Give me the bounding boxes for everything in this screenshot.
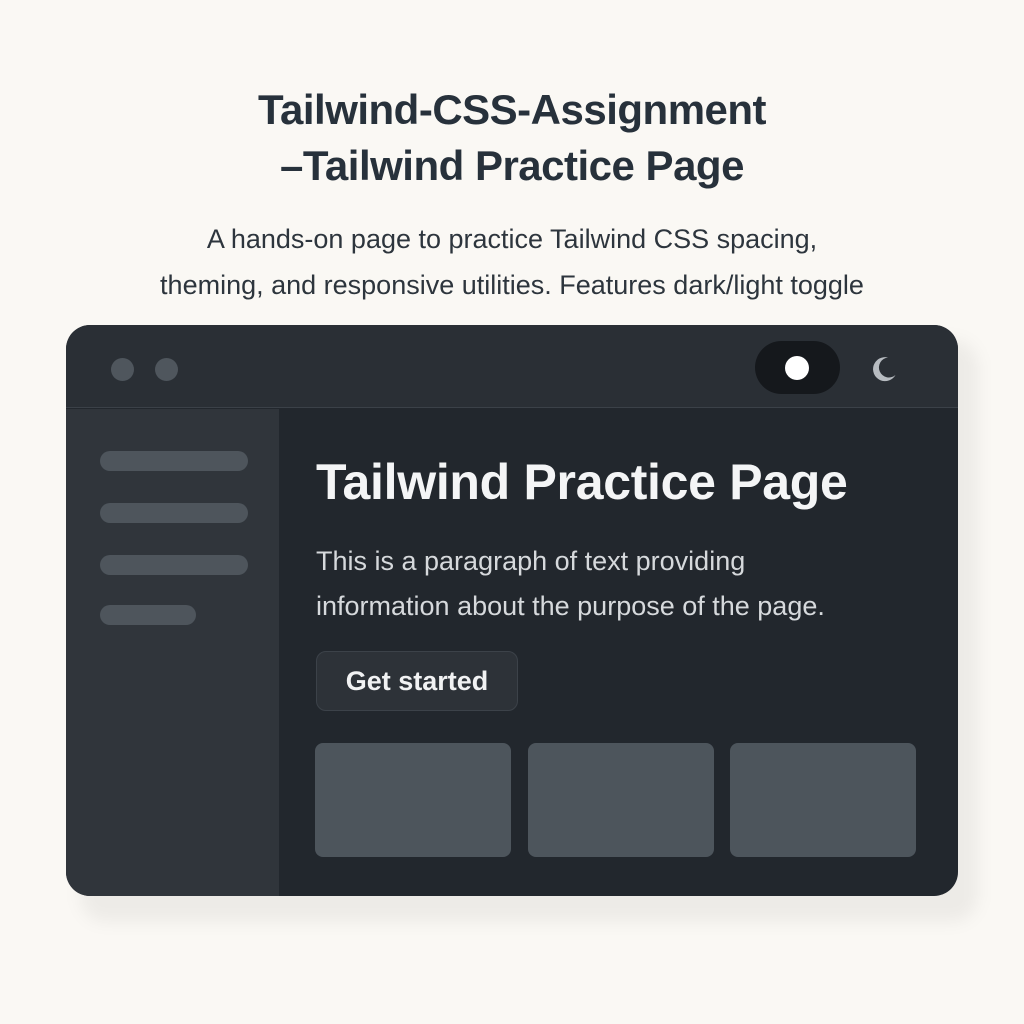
sidebar: [66, 409, 279, 896]
browser-window-mockup: Tailwind Practice Page This is a paragra…: [66, 325, 958, 896]
hero-paragraph-line-1: This is a paragraph of text providing: [316, 546, 746, 576]
page-description: A hands-on page to practice Tailwind CSS…: [0, 216, 1024, 308]
placeholder-card[interactable]: [528, 743, 714, 857]
intro-heading: Tailwind-CSS-Assignment –Tailwind Practi…: [0, 82, 1024, 308]
page-title: Tailwind-CSS-Assignment –Tailwind Practi…: [0, 82, 1024, 194]
window-titlebar: [66, 325, 958, 408]
page-description-line-2: theming, and responsive utilities. Featu…: [160, 270, 864, 300]
sidebar-item[interactable]: [100, 605, 196, 625]
page-title-line-2: –Tailwind Practice Page: [280, 142, 744, 189]
hero-paragraph-line-2: information about the purpose of the pag…: [316, 591, 825, 621]
sidebar-item[interactable]: [100, 555, 248, 575]
placeholder-card[interactable]: [730, 743, 916, 857]
main-content: Tailwind Practice Page This is a paragra…: [279, 409, 958, 896]
moon-icon[interactable]: [869, 354, 899, 384]
sidebar-item[interactable]: [100, 503, 248, 523]
page: Tailwind-CSS-Assignment –Tailwind Practi…: [0, 0, 1024, 1024]
window-dot-icon[interactable]: [155, 358, 178, 381]
sidebar-item[interactable]: [100, 451, 248, 471]
window-dot-icon[interactable]: [111, 358, 134, 381]
page-title-line-1: Tailwind-CSS-Assignment: [257, 86, 767, 133]
hero-paragraph: This is a paragraph of text providing in…: [316, 539, 936, 629]
get-started-button[interactable]: Get started: [316, 651, 518, 711]
toggle-knob: [785, 356, 809, 380]
placeholder-card[interactable]: [315, 743, 511, 857]
theme-toggle[interactable]: [755, 341, 840, 394]
page-description-line-1: A hands-on page to practice Tailwind CSS…: [206, 224, 818, 254]
hero-title: Tailwind Practice Page: [316, 454, 848, 510]
